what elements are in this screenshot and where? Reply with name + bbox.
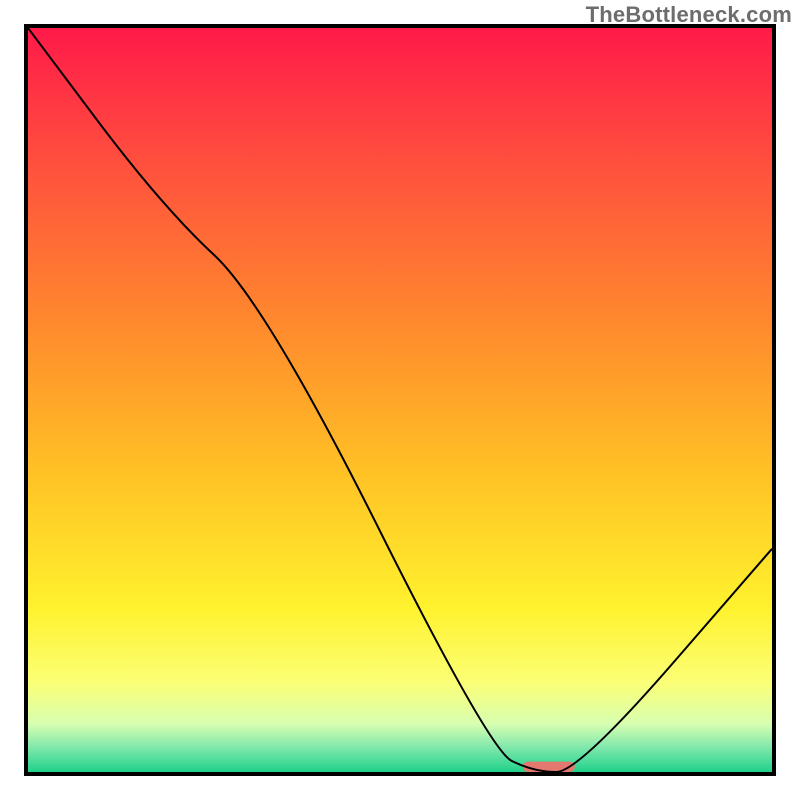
gradient-background	[28, 28, 772, 772]
chart-svg	[28, 28, 772, 772]
optimal-range	[523, 762, 575, 772]
plot-area	[24, 24, 776, 776]
markers-group	[523, 762, 575, 772]
chart-frame: TheBottleneck.com	[0, 0, 800, 800]
